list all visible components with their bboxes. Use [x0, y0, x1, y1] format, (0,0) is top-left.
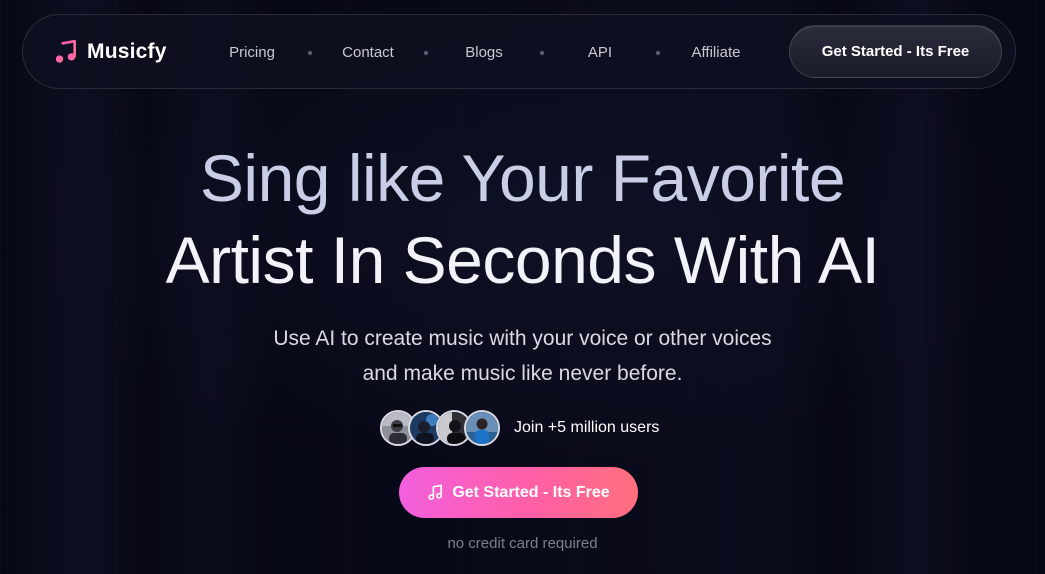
- get-started-hero-label: Get Started - Its Free: [452, 483, 610, 501]
- nav-links: Pricing Contact Blogs API Affiliate: [213, 15, 755, 90]
- landing-page: Musicfy Pricing Contact Blogs API Affili…: [0, 0, 1045, 574]
- nav-link-api[interactable]: API: [561, 44, 639, 61]
- social-proof: Join +5 million users: [380, 410, 659, 446]
- hero-title-line2: Artist In Seconds With AI: [165, 223, 880, 297]
- nav-separator-dot: [540, 50, 544, 55]
- hero-title-line1: Sing like Your Favorite: [199, 141, 846, 215]
- nav-separator-dot: [308, 50, 312, 55]
- nav-link-pricing[interactable]: Pricing: [213, 44, 291, 61]
- brand-logo[interactable]: Musicfy: [53, 39, 167, 65]
- nav-separator-dot: [656, 50, 660, 55]
- social-proof-text: Join +5 million users: [514, 419, 660, 436]
- hero-subtitle-line1: Use AI to create music with your voice o…: [273, 327, 772, 350]
- get-started-hero-button[interactable]: Get Started - Its Free: [399, 467, 638, 518]
- avatar: [464, 410, 500, 446]
- nav-link-blogs[interactable]: Blogs: [445, 44, 523, 61]
- brand-name: Musicfy: [87, 40, 167, 63]
- nav-link-contact[interactable]: Contact: [329, 44, 407, 61]
- music-note-icon: [428, 484, 443, 501]
- top-navbar: Musicfy Pricing Contact Blogs API Affili…: [22, 14, 1016, 89]
- hero-subtitle-line2: and make music like never before.: [362, 362, 683, 385]
- no-credit-card-note: no credit card required: [447, 535, 598, 552]
- nav-link-affiliate[interactable]: Affiliate: [677, 44, 755, 61]
- nav-separator-dot: [424, 50, 428, 55]
- get-started-nav-button[interactable]: Get Started - Its Free: [789, 25, 1002, 78]
- music-note-icon: [55, 39, 76, 63]
